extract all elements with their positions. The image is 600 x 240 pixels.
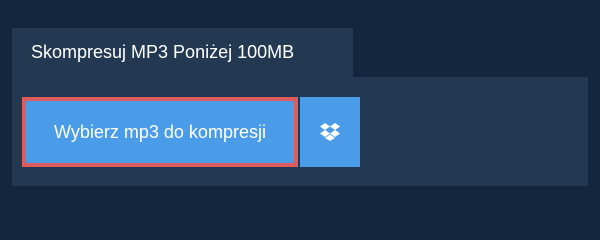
choose-file-button[interactable]: Wybierz mp3 do kompresji bbox=[22, 97, 298, 167]
tab-compress-mp3[interactable]: Skompresuj MP3 Poniżej 100MB bbox=[12, 28, 353, 77]
choose-file-label: Wybierz mp3 do kompresji bbox=[54, 121, 266, 142]
dropbox-icon bbox=[320, 123, 340, 141]
tab-title: Skompresuj MP3 Poniżej 100MB bbox=[31, 42, 295, 62]
dropbox-button[interactable] bbox=[300, 97, 360, 167]
